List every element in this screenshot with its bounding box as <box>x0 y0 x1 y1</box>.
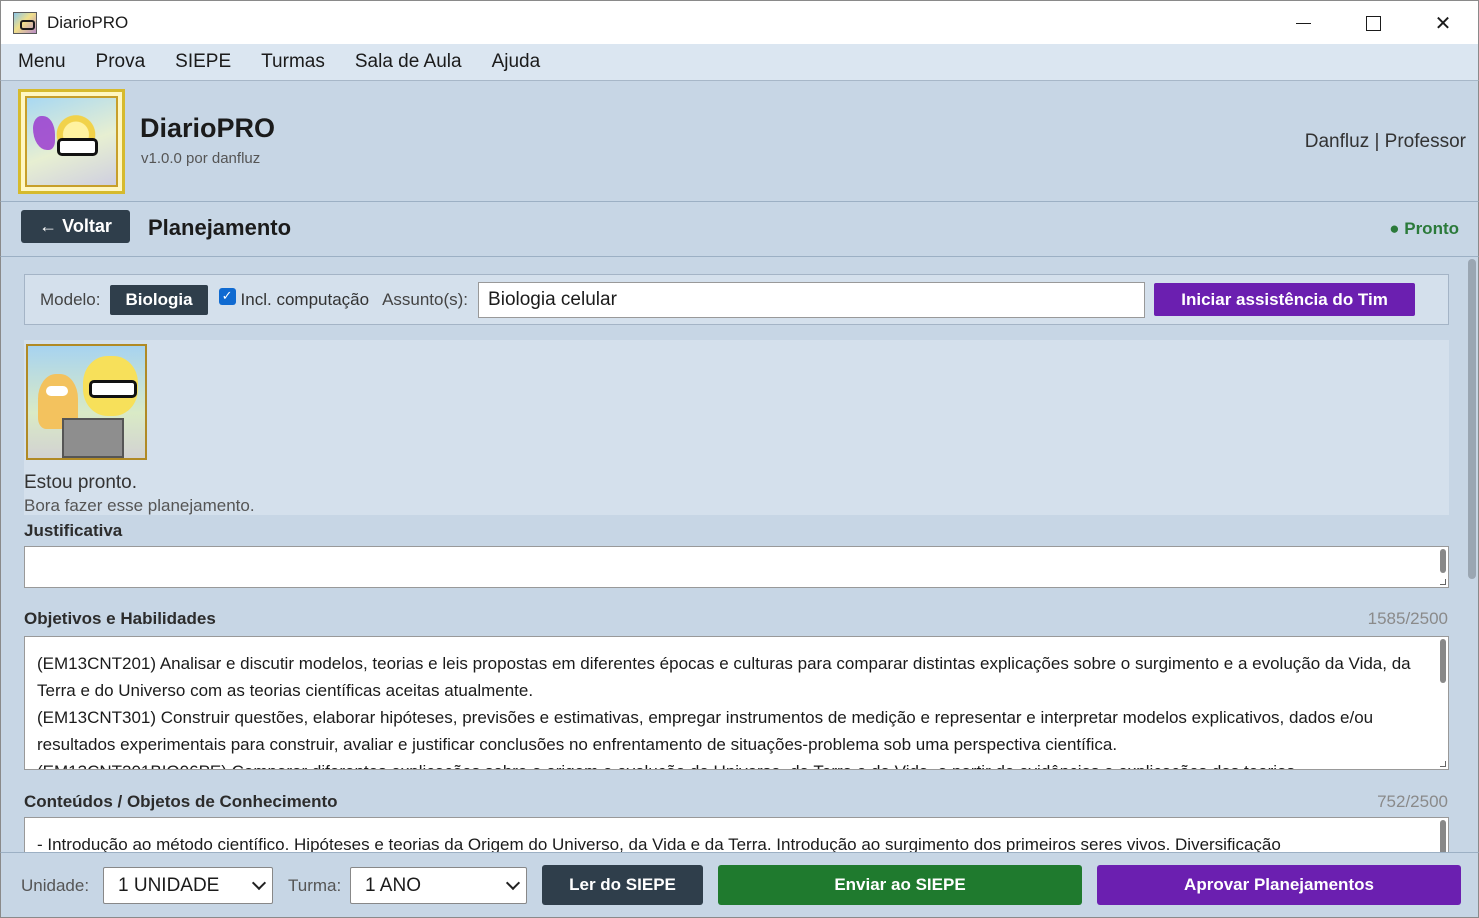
page-toolbar: ← Voltar Planejamento ● Pronto <box>0 202 1479 257</box>
main-content: Modelo: Biologia ✓ Incl. computação Assu… <box>0 257 1479 852</box>
chevron-down-icon <box>505 875 521 891</box>
status-badge: ● Pronto <box>1389 219 1459 238</box>
modelo-selector[interactable]: Biologia <box>110 284 208 315</box>
conteudos-textarea[interactable]: - Introdução ao método científico. Hipót… <box>24 817 1449 852</box>
brand-version: v1.0.0 por danfluz <box>141 150 261 167</box>
incl-computacao-checkbox[interactable]: ✓ <box>218 288 236 305</box>
main-scrollbar[interactable] <box>1468 259 1476 579</box>
brand-title: DiarioPRO <box>140 113 276 143</box>
close-button[interactable]: ✕ <box>1408 1 1478 45</box>
objetivos-label: Objetivos e Habilidades <box>24 609 216 628</box>
assistant-submessage: Bora fazer esse planejamento. <box>24 496 255 515</box>
page-title: Planejamento <box>148 215 292 240</box>
resize-grip-icon[interactable] <box>1440 761 1446 767</box>
tim-logo-image <box>25 96 118 187</box>
conteudos-scrollbar[interactable] <box>1440 820 1446 852</box>
menu-item-turmas[interactable]: Turmas <box>246 51 340 73</box>
objetivos-counter: 1585/2500 <box>1367 609 1448 628</box>
tim-face <box>83 356 138 416</box>
minimize-button[interactable] <box>1268 1 1338 45</box>
start-tim-assist-button[interactable]: Iniciar assistência do Tim <box>1154 283 1416 316</box>
user-label: Danfluz | Professor <box>1304 131 1466 152</box>
menu-item-menu[interactable]: Menu <box>3 51 81 73</box>
laptop-figure <box>62 418 124 458</box>
ler-siepe-button[interactable]: Ler do SIEPE <box>542 865 703 905</box>
incl-computacao-label[interactable]: Incl. computação <box>241 290 370 310</box>
check-icon: ✓ <box>221 289 233 304</box>
unidade-value: 1 UNIDADE <box>118 874 220 896</box>
app-icon <box>13 11 37 34</box>
title-bar: DiarioPRO ✕ <box>0 0 1479 44</box>
justificativa-scrollbar[interactable] <box>1440 549 1446 573</box>
conteudos-label: Conteúdos / Objetos de Conhecimento <box>24 792 338 811</box>
assunto-label: Assunto(s): <box>382 289 469 309</box>
unidade-label: Unidade: <box>21 876 90 895</box>
menu-bar: Menu Prova SIEPE Turmas Sala de Aula Aju… <box>0 44 1479 81</box>
footer-bar: Unidade: 1 UNIDADE Turma: 1 ANO Ler do S… <box>0 852 1479 918</box>
conteudos-counter: 752/2500 <box>1377 792 1448 811</box>
objetivos-text: (EM13CNT201) Analisar e discutir modelos… <box>37 654 1411 769</box>
objetivos-scrollbar[interactable] <box>1440 639 1446 683</box>
objetivos-textarea[interactable]: (EM13CNT201) Analisar e discutir modelos… <box>24 636 1449 770</box>
app-header: DiarioPRO v1.0.0 por danfluz Danfluz | P… <box>0 81 1479 202</box>
justificativa-label: Justificativa <box>24 521 123 540</box>
maximize-button[interactable] <box>1338 1 1408 45</box>
options-panel: Modelo: Biologia ✓ Incl. computação Assu… <box>24 274 1449 325</box>
enviar-siepe-button[interactable]: Enviar ao SIEPE <box>718 865 1082 905</box>
menu-item-prova[interactable]: Prova <box>81 51 161 73</box>
unidade-select[interactable]: 1 UNIDADE <box>103 867 273 904</box>
menu-item-sala-de-aula[interactable]: Sala de Aula <box>340 51 477 73</box>
brand-logo <box>18 89 125 194</box>
window-controls: ✕ <box>1268 1 1478 45</box>
maximize-icon <box>1365 15 1381 31</box>
window-title: DiarioPRO <box>47 12 129 32</box>
tim-avatar <box>26 344 147 460</box>
aprovar-planejamentos-button[interactable]: Aprovar Planejamentos <box>1097 865 1461 905</box>
assistant-panel: Estou pronto. Bora fazer esse planejamen… <box>24 340 1449 515</box>
close-icon: ✕ <box>1434 11 1452 35</box>
back-button[interactable]: ← Voltar <box>21 210 130 243</box>
assistant-message: Estou pronto. <box>24 472 138 493</box>
modelo-label: Modelo: <box>40 289 101 309</box>
conteudos-text: - Introdução ao método científico. Hipót… <box>37 835 1281 852</box>
justificativa-textarea[interactable] <box>24 546 1449 588</box>
menu-item-ajuda[interactable]: Ajuda <box>477 51 556 73</box>
turma-value: 1 ANO <box>365 874 421 896</box>
chevron-down-icon <box>251 875 267 891</box>
minimize-icon <box>1295 22 1311 24</box>
turma-label: Turma: <box>288 876 342 895</box>
resize-grip-icon[interactable] <box>1440 579 1446 585</box>
menu-item-siepe[interactable]: SIEPE <box>160 51 246 73</box>
turma-select[interactable]: 1 ANO <box>350 867 527 904</box>
assunto-input[interactable]: Biologia celular <box>478 281 1146 318</box>
